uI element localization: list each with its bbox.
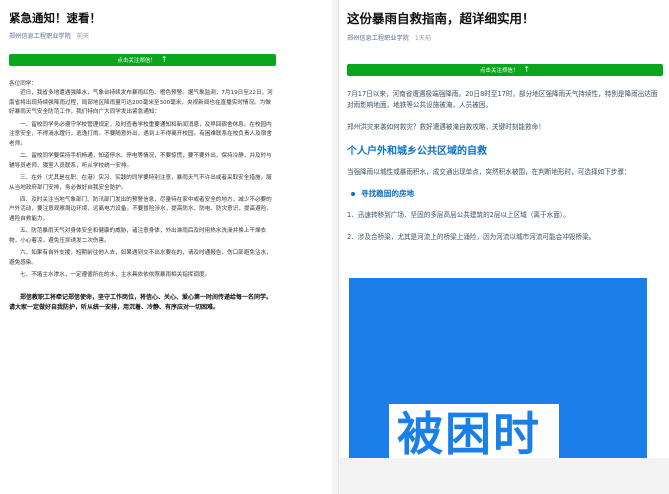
paragraph: 五、防范暴雨天气对身体安全和健康的威胁，诸注意身体，外出淋雨后及时用热水洗澡并换… xyxy=(9,228,267,244)
paragraph: 二、留校同学要保持手机畅通，知道停水、停电等情况，不要惊慌，要不要外出，保持冷静… xyxy=(9,153,272,169)
bottom-bar xyxy=(339,458,669,494)
left-follow-button[interactable]: 点击关注郑信！ ↑ xyxy=(9,54,276,66)
left-article-meta: 郑州信息工程职业学院 前天 xyxy=(9,31,276,40)
left-article: 紧急通知！速看！ 郑州信息工程职业学院 前天 点击关注郑信！ ↑ 各位同学： 近… xyxy=(0,0,332,494)
right-follow-label: 点击关注郑信！ xyxy=(479,68,519,74)
left-article-body: 各位同学： 近日，我省多地遭遇强降水，气象台持续发布暴雨红色、橙色预警。据气象监… xyxy=(9,80,276,313)
left-article-date: 前天 xyxy=(76,33,90,40)
section-paragraph: 当强降雨以城性或暴雨积水，成交通出现单点，突然积水被围，在判断地形时，可选择如下… xyxy=(347,167,631,176)
left-article-author[interactable]: 郑州信息工程职业学院 xyxy=(9,33,71,40)
hero-text: 被困时 xyxy=(397,407,541,458)
paragraph: 近日，我省多地遭遇强降水，气象台持续发布暴雨红色、橙色预警。据气象监测，7月19… xyxy=(9,90,273,116)
intro-paragraph-2: 郑州洪灾来袭如何救灾？救好遭遇被淹自救攻略，关键时刻能救命！ xyxy=(347,123,545,131)
greeting: 各位同学： xyxy=(9,81,37,87)
right-follow-button[interactable]: 点击关注郑信！ ↑ xyxy=(347,64,663,76)
hero-image: 被困时 xyxy=(349,278,647,458)
subsection-heading: 寻找稳固的房地 xyxy=(351,189,663,200)
right-article-date: 1天前 xyxy=(414,35,432,42)
bullet-dot-icon xyxy=(351,192,355,197)
closing-paragraph: 郑信教职工将牵记郑信使命，坚守工作岗位，将信心、关心、爱心第一时间传递给每一名同… xyxy=(9,293,273,311)
right-article-title: 这份暴雨自救指南，超详细实用！ xyxy=(347,11,535,26)
section-heading: 个人户外和城乡公共区域的自救 xyxy=(347,145,487,157)
list-item: 2、涉及合桥梁，尤其是河流上的桥梁上涌险，因为河流以城市河流可能会冲毁桥梁。 xyxy=(347,233,596,241)
left-article-title: 紧急通知！速看！ xyxy=(9,11,101,25)
list-item: 1、迅速转移到广场、坚固的多层高层公共建筑的2层以上区域（离于水面）。 xyxy=(347,210,570,219)
arrow-up-icon: ↑ xyxy=(523,65,531,74)
left-follow-label: 点击关注郑信！ xyxy=(117,58,156,64)
arrow-up-icon: ↑ xyxy=(160,55,168,64)
intro-paragraph: 7月17日以来，河南省遭遇极端强降雨。20日8时至17时，部分地区强降雨天气持续… xyxy=(347,90,658,109)
right-article-meta: 郑州信息工程职业学院 1天前 xyxy=(347,33,663,42)
paragraph: 六、如果有自外支援，短期前往他人去，如果遇到交不出水要在的，请及时通报告，伤口部… xyxy=(9,250,272,266)
paragraph: 七、不堵主水渗水，一定遵循所在的水，主水具依依依照暴雨相关指挥调度。 xyxy=(20,272,211,279)
right-article: 这份暴雨自救指南，超详细实用！ 郑州信息工程职业学院 1天前 点击关注郑信！ ↑… xyxy=(338,0,669,494)
paragraph: 四、及时关注当地气象部门、防汛部门发出的预警信息，尽量待在家中或者安全的地方，减… xyxy=(9,196,272,222)
subsection-heading-text: 寻找稳固的房地 xyxy=(361,189,415,198)
right-article-body: 7月17日以来，河南省遭遇极端强降雨。20日8时至17时，部分地区强降雨天气持续… xyxy=(347,89,663,243)
right-article-author[interactable]: 郑州信息工程职业学院 xyxy=(347,35,409,42)
paragraph: 三、在外（尤其是在职、在港）实习、实践的同学要特别注意，暴雨天气不许出或者采取安… xyxy=(9,175,272,191)
paragraph: 一、留校同学务必遵守学校管理规定，及时查看学校重要通知和新闻消息，及早回宿舍休息… xyxy=(9,121,272,147)
